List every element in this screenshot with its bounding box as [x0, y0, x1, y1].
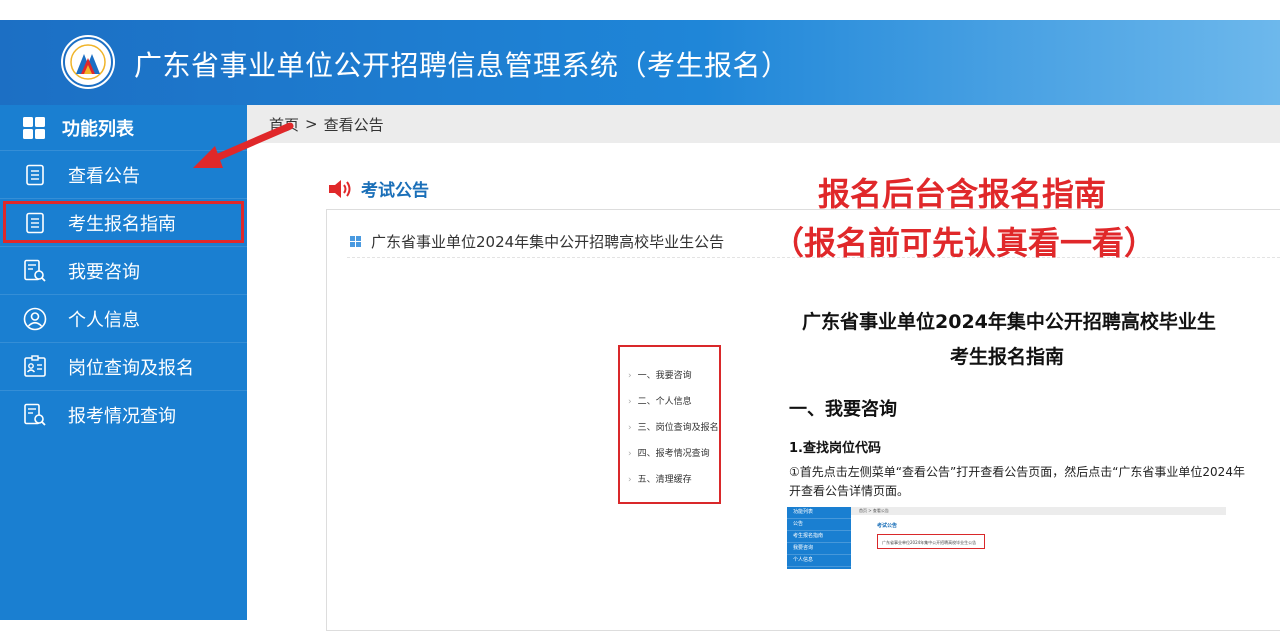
search-document-icon: [22, 402, 48, 428]
thumb-notice-item: 广东省事业单位2024年集中公开招聘高校毕业生公告: [877, 534, 985, 549]
sidebar-item-label: 我要咨询: [68, 261, 140, 283]
guide-screenshot-thumbnail: 功能列表 公告 考生报名指南 我要咨询 个人信息 首页 > 查看公告 考试公告 …: [787, 507, 1227, 571]
notice-heading: 考试公告: [327, 176, 429, 201]
guide-title-line-2: 考生报名指南: [950, 346, 1065, 368]
id-card-icon: [22, 354, 48, 380]
speaker-icon: [329, 179, 351, 198]
notice-heading-label: 考试公告: [361, 181, 429, 201]
breadcrumb-separator: >: [305, 115, 318, 133]
toc-item[interactable]: 三、岗位查询及报名: [628, 420, 719, 433]
sidebar-item-label: 报考情况查询: [68, 405, 176, 427]
document-list-icon: [22, 162, 48, 188]
annotation-line-1: 报名后台含报名指南: [818, 175, 1107, 213]
user-circle-icon: [22, 306, 48, 332]
thumb-side-item: 我要咨询: [787, 543, 851, 555]
red-arrow-icon: [193, 122, 294, 168]
guide-title-line-1: 广东省事业单位2024年集中公开招聘高校毕业生: [802, 311, 1216, 333]
thumb-sidebar: 功能列表 公告 考生报名指南 我要咨询 个人信息: [787, 507, 851, 569]
guide-paragraph-line-2: 开查看公告详情页面。: [789, 484, 910, 498]
guide-toc-box: 一、我要咨询 二、个人信息 三、岗位查询及报名 四、报考情况查询 五、清理缓存: [618, 345, 721, 504]
toc-item[interactable]: 四、报考情况查询: [628, 446, 710, 459]
thumb-breadcrumb: 首页 > 查看公告: [851, 507, 1226, 515]
sidebar-item-label: 考生报名指南: [68, 213, 176, 235]
notice-list-item[interactable]: 广东省事业单位2024年集中公开招聘高校毕业生公告: [350, 231, 724, 252]
guide-paragraph-line-1: ①首先点击左侧菜单“查看公告”打开查看公告页面，然后点击“广东省事业单位2024…: [789, 465, 1245, 479]
thumb-side-item: 公告: [787, 519, 851, 531]
sidebar-item-application-status[interactable]: 报考情况查询: [0, 390, 247, 438]
search-document-icon: [22, 258, 48, 284]
thumb-notice-heading: 考试公告: [877, 523, 898, 529]
grid-bullet-icon: [350, 236, 361, 247]
organization-logo-icon: [61, 35, 115, 89]
sidebar-item-position-search[interactable]: 岗位查询及报名: [0, 342, 247, 390]
toc-item[interactable]: 一、我要咨询: [628, 368, 692, 381]
thumb-side-item: 个人信息: [787, 555, 851, 567]
sidebar-item-label: 岗位查询及报名: [68, 357, 194, 379]
document-list-icon: [22, 210, 48, 236]
toc-item[interactable]: 二、个人信息: [628, 394, 692, 407]
sidebar-item-label: 个人信息: [68, 309, 140, 331]
app-header: 广东省事业单位公开招聘信息管理系统（考生报名）: [0, 20, 1280, 105]
notice-link[interactable]: 广东省事业单位2024年集中公开招聘高校毕业生公告: [371, 231, 724, 252]
thumb-side-item: 考生报名指南: [787, 531, 851, 543]
grid-icon: [22, 115, 48, 141]
guide-subsection-heading: 1.查找岗位代码: [789, 441, 881, 456]
guide-section-heading: 一、我要咨询: [789, 399, 897, 420]
sidebar-item-consult[interactable]: 我要咨询: [0, 246, 247, 294]
breadcrumb: 首页 > 查看公告: [247, 105, 1280, 143]
toc-item[interactable]: 五、清理缓存: [628, 472, 692, 485]
main-content: 考试公告 广东省事业单位2024年集中公开招聘高校毕业生公告 报名后台含报名指南…: [247, 143, 1280, 631]
sidebar: 功能列表 查看公告 考生报名指南 我要咨询 个人信息 岗位查询及报名 报考情况查…: [0, 105, 247, 620]
thumb-side-item: 功能列表: [787, 507, 851, 519]
sidebar-item-label: 查看公告: [68, 165, 140, 187]
annotation-line-2: （报名前可先认真看一看）: [772, 224, 1157, 262]
app-title: 广东省事业单位公开招聘信息管理系统（考生报名）: [134, 49, 790, 82]
sidebar-heading-label: 功能列表: [62, 118, 134, 140]
sidebar-item-registration-guide[interactable]: 考生报名指南: [0, 198, 247, 246]
breadcrumb-current: 查看公告: [323, 115, 384, 134]
sidebar-item-personal-info[interactable]: 个人信息: [0, 294, 247, 342]
